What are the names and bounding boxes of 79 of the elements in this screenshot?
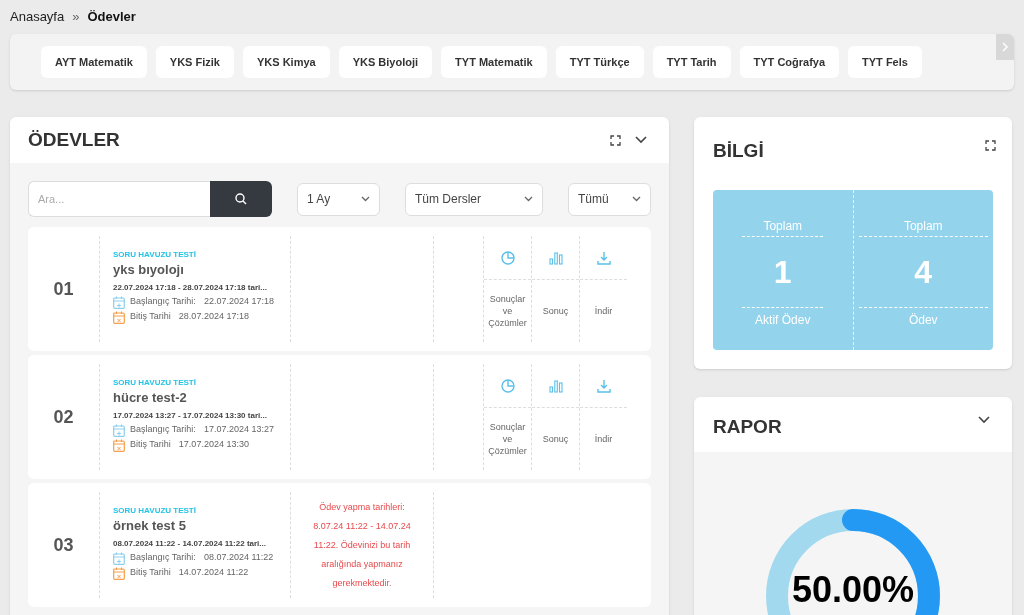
calendar-icon [113, 295, 125, 309]
percent-value: 50.00% [792, 572, 915, 608]
subject-tab[interactable]: TYT Coğrafya [739, 46, 840, 78]
action-button[interactable]: Sonuç [531, 236, 579, 342]
row-number: 03 [53, 533, 74, 557]
start-date-value: 08.07.2024 11:22 [203, 551, 274, 565]
pie-chart-icon [499, 377, 516, 394]
search-field[interactable]: Ara... [28, 181, 210, 217]
subject-tab[interactable]: AYT Matematik [41, 46, 147, 78]
search-button[interactable] [210, 181, 272, 217]
calendar-icon [113, 551, 125, 565]
end-date-label: Bitiş Tarihi [130, 566, 171, 580]
action-button[interactable]: Sonuçlar ve Çözümler [483, 364, 531, 470]
bar-chart-icon [547, 377, 564, 394]
stat-label: Aktif Ödev [742, 307, 824, 329]
stat-value: 4 [914, 253, 933, 292]
search-icon [235, 193, 247, 205]
action-button[interactable]: Sonuç [531, 364, 579, 470]
fullscreen-icon[interactable] [610, 134, 621, 146]
chevron-down-icon [632, 196, 641, 202]
test-type: SORU HAVUZU TESTİ [113, 378, 197, 388]
chevron-down-icon [524, 196, 533, 202]
date-warning: Ödev yapma tarihleri: 8.07.24 11:22 - 14.07.24 11:22. Ödevinizi bu tarih aralığında yapmanız gerekmektedir. [312, 500, 412, 590]
filter-dropdown[interactable]: 1 Ay [297, 182, 380, 216]
action-button[interactable]: Sonuçlar ve Çözümler [483, 236, 531, 342]
end-date-value: 17.07.2024 13:30 [178, 438, 249, 452]
filter-dropdown[interactable]: Tümü [568, 182, 651, 216]
test-type: SORU HAVUZU TESTİ [113, 506, 197, 516]
date-range: 17.07.2024 13:27 - 17.07.2024 13:30 tari... [113, 410, 268, 422]
end-date-label: Bitiş Tarihi [130, 438, 171, 452]
chevron-down-icon[interactable] [978, 416, 990, 424]
pie-chart-icon [499, 249, 516, 266]
calendar-icon [113, 566, 125, 580]
stat-value: 1 [773, 253, 792, 292]
chevron-down-icon[interactable] [635, 136, 647, 144]
chevron-right-icon [1001, 42, 1009, 52]
breadcrumb-current: Ödevler [87, 8, 136, 27]
end-date-value: 14.07.2024 11:22 [178, 566, 249, 580]
stat-label: Toplam [858, 217, 988, 237]
action-button[interactable]: İndir [579, 364, 627, 470]
start-date-label: Başlangıç Tarihi: [130, 423, 196, 437]
subject-tab[interactable]: TYT Türkçe [555, 46, 644, 78]
start-date-value: 22.07.2024 17:18 [203, 295, 274, 309]
test-type: SORU HAVUZU TESTİ [113, 250, 197, 260]
homework-title[interactable]: örnek test 5 [113, 517, 290, 535]
subject-tab[interactable]: YKS Fizik [155, 46, 234, 78]
row-number: 01 [53, 277, 74, 301]
end-date-label: Bitiş Tarihi [130, 310, 171, 324]
stat-label: Ödev [858, 307, 988, 329]
stat-label: Toplam [742, 217, 824, 237]
date-range: 08.07.2024 11:22 - 14.07.2024 11:22 tari... [113, 538, 267, 550]
subject-tab[interactable]: YKS Kimya [242, 46, 330, 78]
calendar-icon [113, 438, 125, 452]
calendar-icon [113, 423, 125, 437]
download-icon [595, 377, 612, 394]
start-date-value: 17.07.2024 13:27 [203, 423, 274, 437]
subject-tab[interactable]: TYT Fels [848, 46, 922, 78]
panel-title: ÖDEVLER [28, 127, 120, 152]
panel-title: RAPOR [713, 415, 782, 439]
filter-dropdown[interactable]: Tüm Dersler [405, 182, 543, 216]
date-range: 22.07.2024 17:18 - 28.07.2024 17:18 tari... [113, 282, 268, 294]
start-date-label: Başlangıç Tarihi: [130, 551, 196, 565]
end-date-value: 28.07.2024 17:18 [178, 310, 249, 324]
breadcrumb-separator: » [72, 8, 80, 27]
calendar-icon [113, 310, 125, 324]
fullscreen-icon[interactable] [985, 140, 996, 151]
subject-tab[interactable]: TYT Matematik [441, 46, 547, 78]
start-date-label: Başlangıç Tarihi: [130, 295, 196, 309]
homework-title[interactable]: hücre test-2 [113, 389, 290, 407]
action-button[interactable]: İndir [579, 236, 627, 342]
download-icon [595, 249, 612, 266]
panel-title: BİLGİ [713, 139, 764, 163]
breadcrumb-link[interactable]: Anasayfa [10, 7, 65, 27]
homework-title[interactable]: yks bıyolojı [113, 261, 290, 279]
subject-tab[interactable]: YKS Biyoloji [338, 46, 433, 78]
chevron-down-icon [361, 196, 370, 202]
bar-chart-icon [547, 249, 564, 266]
row-number: 02 [53, 405, 74, 429]
subject-tab[interactable]: TYT Tarih [652, 46, 731, 78]
